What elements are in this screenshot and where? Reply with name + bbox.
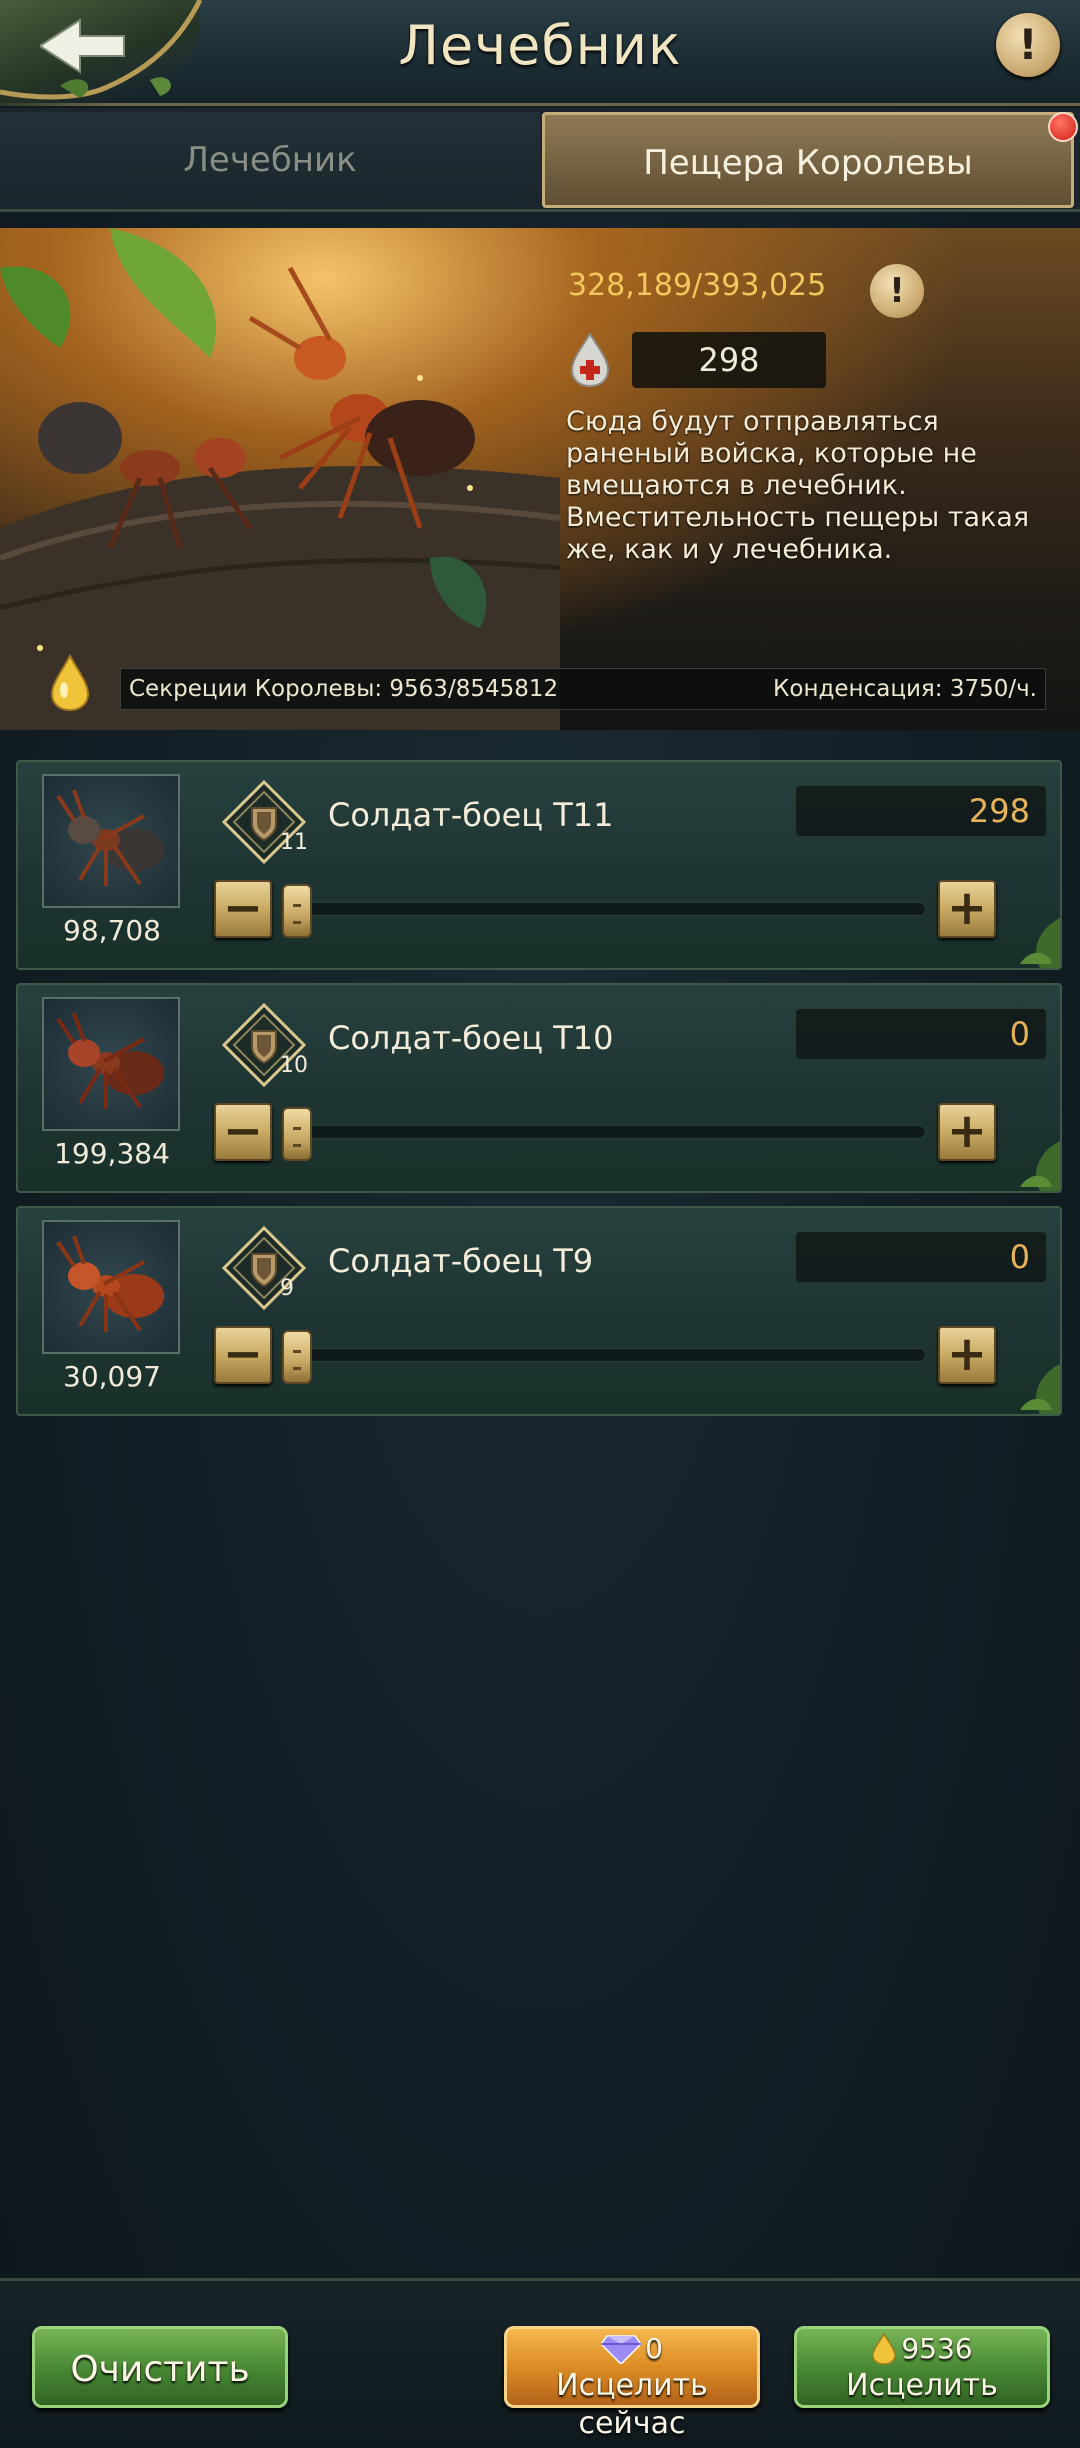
secretion-bar: Секреции Королевы: 9563/8545812 Конденса… (120, 668, 1046, 710)
troop-portrait (42, 774, 180, 908)
heal-now-cost: 0 (507, 2331, 757, 2367)
quantity-slider-track[interactable] (280, 902, 926, 916)
blood-drop-icon (570, 332, 610, 388)
secretion-drop-icon (50, 654, 90, 712)
troop-row-t11: 98,708 11 Солдат-боец T11 298 − + (16, 760, 1062, 970)
secretion-drop-icon (872, 2333, 897, 2365)
wounded-count: 298 (632, 332, 826, 388)
heal-quantity-input[interactable]: 298 (796, 786, 1046, 836)
footer-bar: Очистить 0 Исцелить сейчас 9536 Исцелить (0, 2278, 1080, 2448)
capacity-info-icon[interactable]: ! (870, 264, 924, 318)
leaf-decoration (1020, 918, 1060, 968)
tab-infirmary[interactable]: Лечебник (0, 112, 540, 208)
tab-queen-cave[interactable]: Пещера Королевы (542, 112, 1074, 208)
notification-dot (1048, 112, 1078, 142)
heal-cost: 9536 (797, 2331, 1047, 2367)
increase-button[interactable]: + (938, 880, 996, 938)
heal-quantity-input[interactable]: 0 (796, 1009, 1046, 1059)
decrease-button[interactable]: − (214, 1103, 272, 1161)
clear-button[interactable]: Очистить (32, 2326, 288, 2408)
diamond-icon (601, 2335, 642, 2364)
heal-now-label: Исцелить сейчас (556, 2368, 708, 2441)
troop-row-t9: 30,097 9 Солдат-боец T9 0 − + (16, 1206, 1062, 1416)
troop-count: 30,097 (63, 1360, 161, 1393)
cave-capacity: 328,189/393,025 (568, 268, 827, 303)
heal-cost-value: 9536 (901, 2332, 973, 2365)
troop-portrait (42, 997, 180, 1131)
troop-row-t10: 199,384 10 Солдат-боец T10 0 − + (16, 983, 1062, 1193)
troop-name: Солдат-боец T11 (328, 796, 614, 834)
info-icon[interactable]: ! (996, 13, 1060, 77)
tier-number: 11 (280, 830, 308, 855)
quantity-slider-handle[interactable] (282, 884, 312, 938)
heal-now-button[interactable]: 0 Исцелить сейчас (504, 2326, 760, 2441)
tier-number: 10 (280, 1053, 308, 1078)
cave-description: Сюда будут отправляться раненый войска, … (566, 406, 1030, 565)
ant-icon (56, 1235, 164, 1332)
increase-button[interactable]: + (938, 1326, 996, 1384)
leaf-decoration (1020, 1141, 1060, 1191)
troop-portrait (42, 1220, 180, 1354)
troop-name: Солдат-боец T9 (328, 1242, 594, 1280)
quantity-slider-handle[interactable] (282, 1107, 312, 1161)
page-title: Лечебник (398, 14, 682, 77)
troop-count: 199,384 (54, 1137, 170, 1170)
heal-label: Исцелить (846, 2368, 998, 2403)
quantity-slider-track[interactable] (280, 1125, 926, 1139)
decrease-button[interactable]: − (214, 1326, 272, 1384)
tier-number: 9 (280, 1276, 294, 1301)
heal-now-cost-value: 0 (645, 2332, 663, 2365)
header-bar: Лечебник ! (0, 0, 1080, 106)
heal-button[interactable]: 9536 Исцелить (794, 2326, 1050, 2408)
ant-icon (56, 1012, 164, 1109)
increase-button[interactable]: + (938, 1103, 996, 1161)
heal-quantity-input[interactable]: 0 (796, 1232, 1046, 1282)
quantity-slider-track[interactable] (280, 1348, 926, 1362)
ant-icon (56, 789, 164, 886)
condensation-rate: Конденсация: 3750/ч. (773, 676, 1037, 702)
queen-secretion: Секреции Королевы: 9563/8545812 (129, 676, 559, 702)
queen-cave-banner: 328,189/393,025 ! 298 Сюда будут отправл… (0, 228, 1080, 730)
tab-bar: Лечебник Пещера Королевы (0, 108, 1080, 212)
decrease-button[interactable]: − (214, 880, 272, 938)
troop-count: 98,708 (63, 914, 161, 947)
leaf-decoration (1020, 1364, 1060, 1414)
troop-name: Солдат-боец T10 (328, 1019, 614, 1057)
tab-queen-cave-label: Пещера Королевы (643, 143, 973, 183)
quantity-slider-handle[interactable] (282, 1330, 312, 1384)
